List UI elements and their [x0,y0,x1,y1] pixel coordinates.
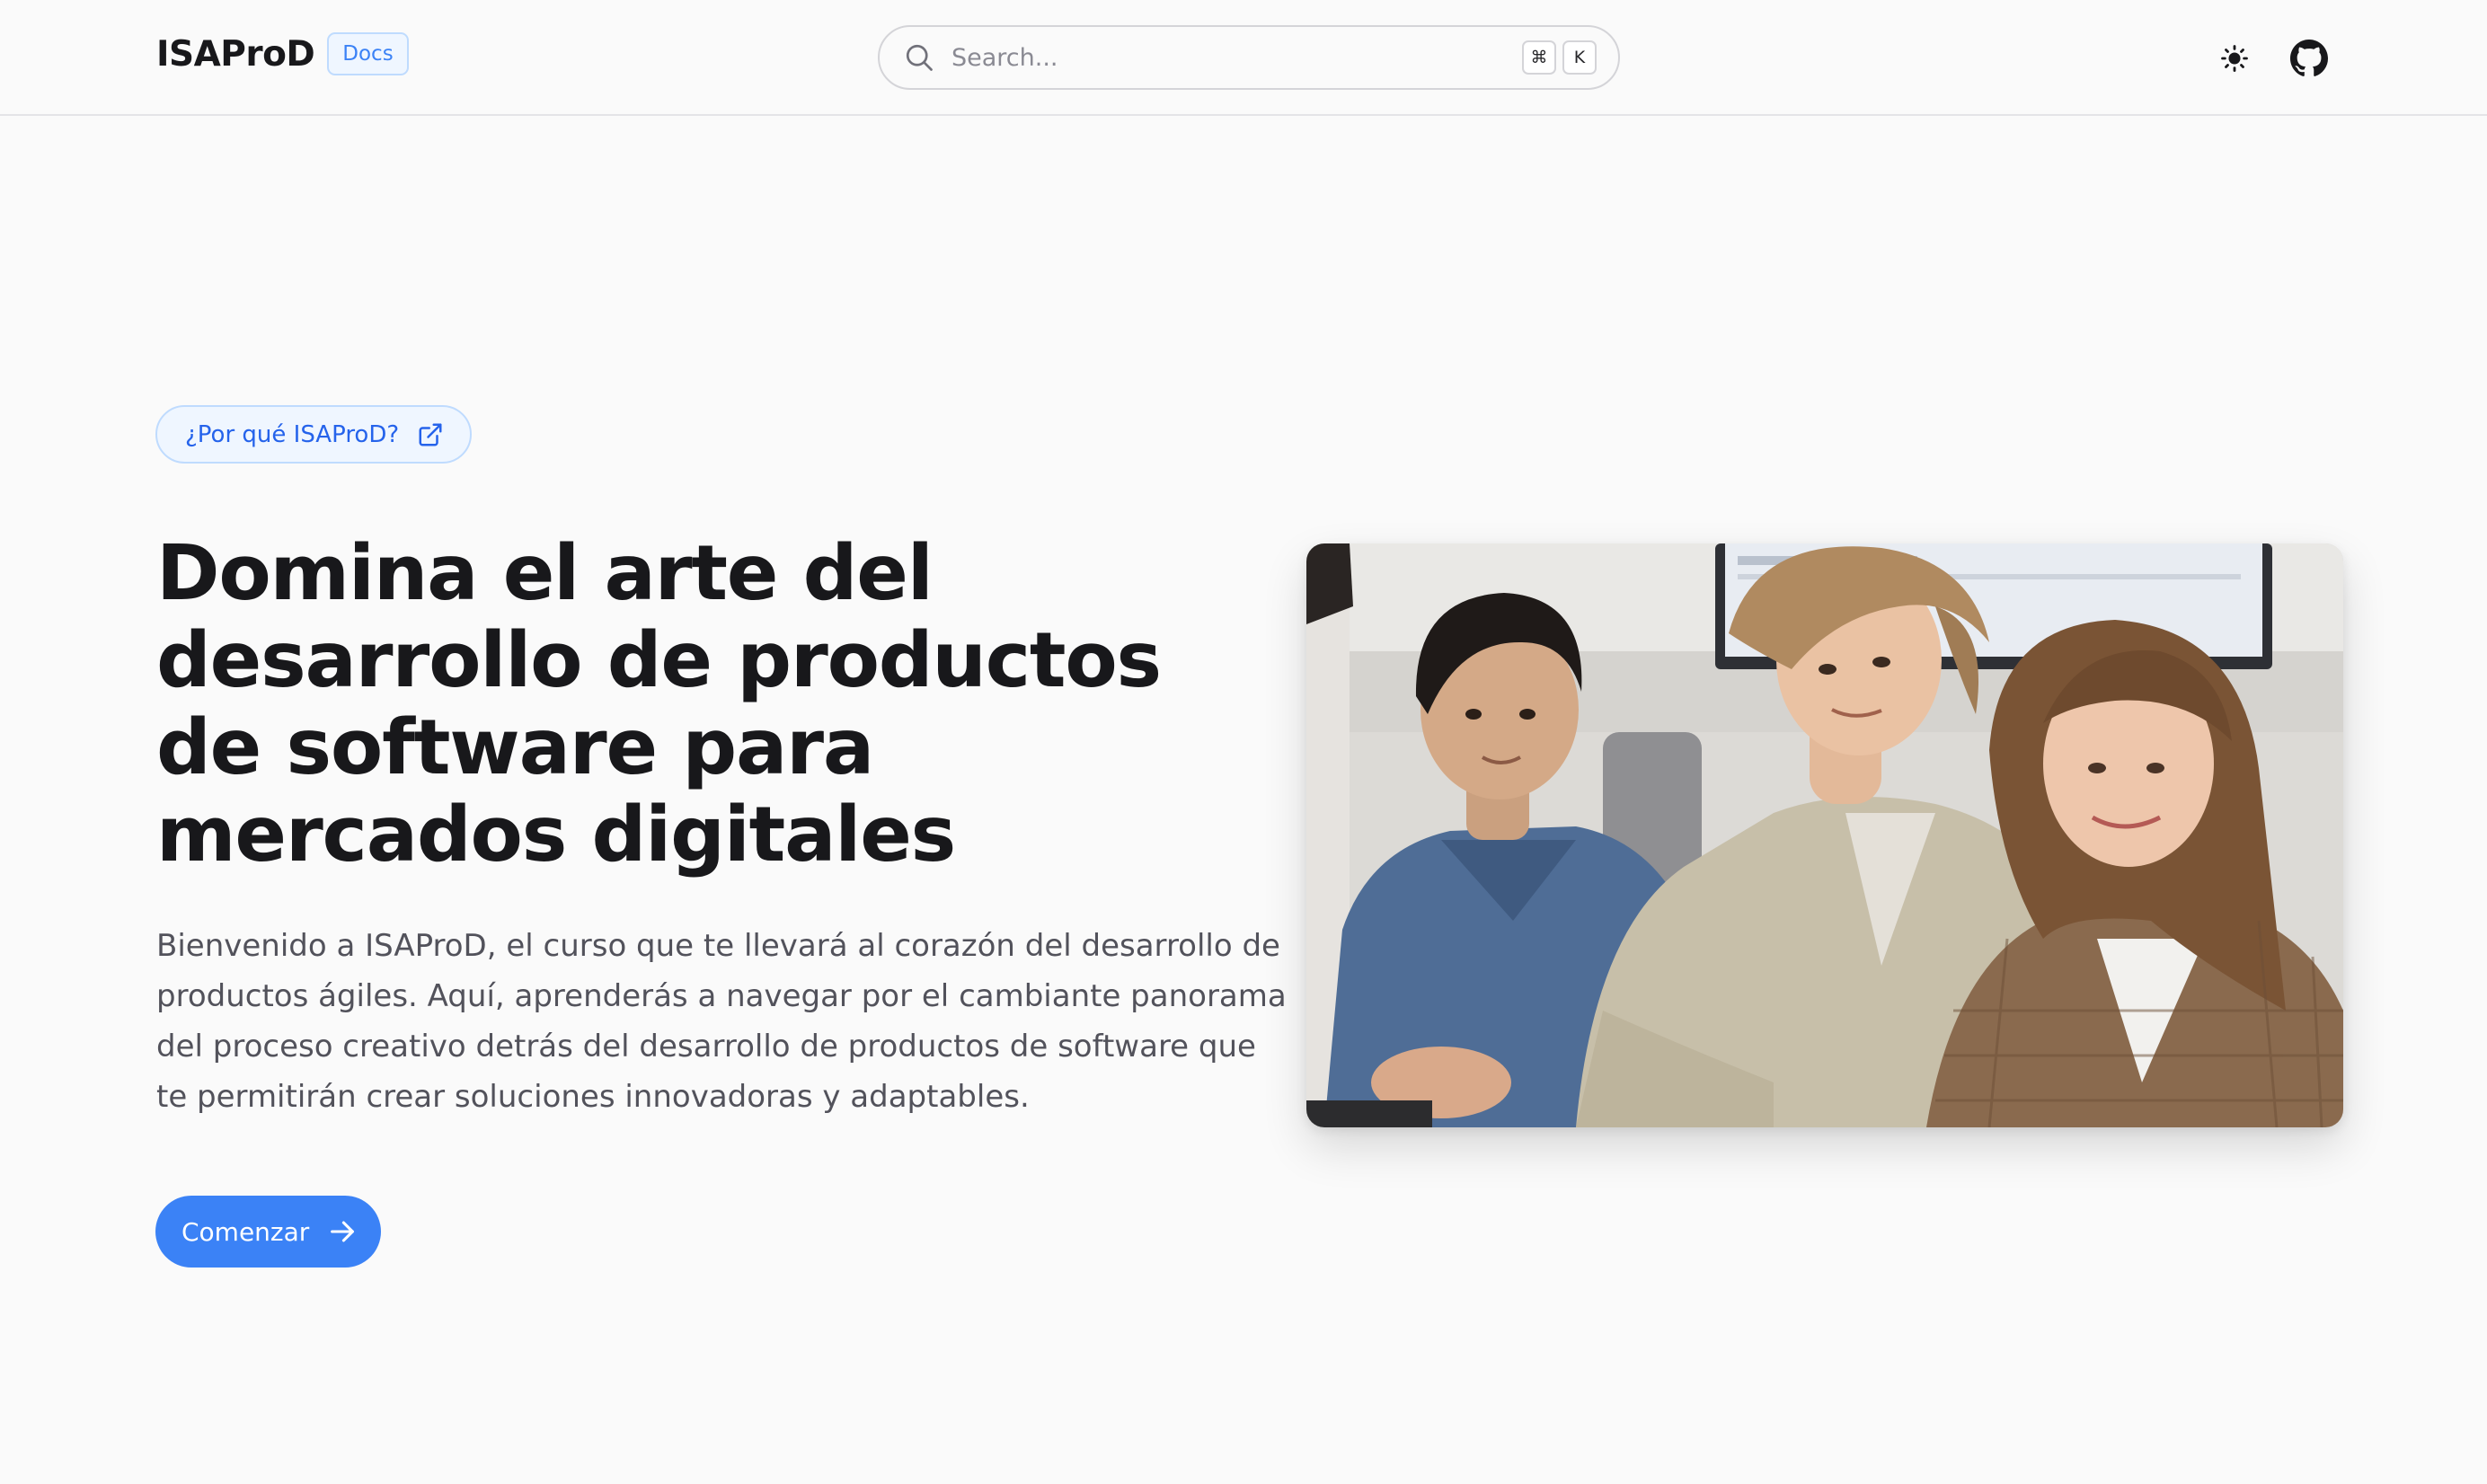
arrow-right-icon [331,1221,355,1242]
docs-badge: Docs [327,32,409,75]
hero-description-line: del proceso creativo detrás del desarrol… [156,1029,1256,1064]
hero-description: Bienvenido a ISAProD, el curso que te ll… [156,921,1287,1122]
why-isaprod-link[interactable]: ¿Por qué ISAProD? [155,405,472,464]
top-navbar: ISAProD Docs ⌘ K [0,0,2487,116]
hero-title-line: Domina el arte del [156,529,934,618]
shortcut-key-k: K [1562,40,1597,75]
get-started-button[interactable]: Comenzar [155,1196,381,1268]
external-link-icon [419,423,442,446]
why-isaprod-label: ¿Por qué ISAProD? [185,420,400,448]
hero-description-line: te permitirán crear soluciones innovador… [156,1079,1030,1115]
github-icon [2290,40,2328,76]
hero-title-line: desarrollo de productos [156,616,1162,705]
search-icon [906,44,933,71]
hero-photo [1306,543,2343,1127]
github-link[interactable] [2287,36,2332,81]
sun-icon [2221,45,2248,72]
brand-name: ISAProD [156,33,315,75]
hero-description-line: productos ágiles. Aquí, aprenderás a nav… [156,978,1287,1014]
search-bar[interactable]: ⌘ K [878,25,1620,90]
hero-title: Domina el arte del desarrollo de product… [156,530,1235,879]
hero-description-line: Bienvenido a ISAProD, el curso que te ll… [156,928,1280,964]
get-started-label: Comenzar [181,1216,310,1247]
theme-toggle-button[interactable] [2212,36,2257,81]
hero-title-line: mercados digitales [156,791,956,879]
brand-link[interactable]: ISAProD Docs [156,32,409,75]
shortcut-key-cmd: ⌘ [1522,40,1556,75]
team-collaboration-illustration [1306,543,2343,1127]
search-input[interactable] [951,43,1516,72]
hero-title-line: de software para [156,703,874,792]
